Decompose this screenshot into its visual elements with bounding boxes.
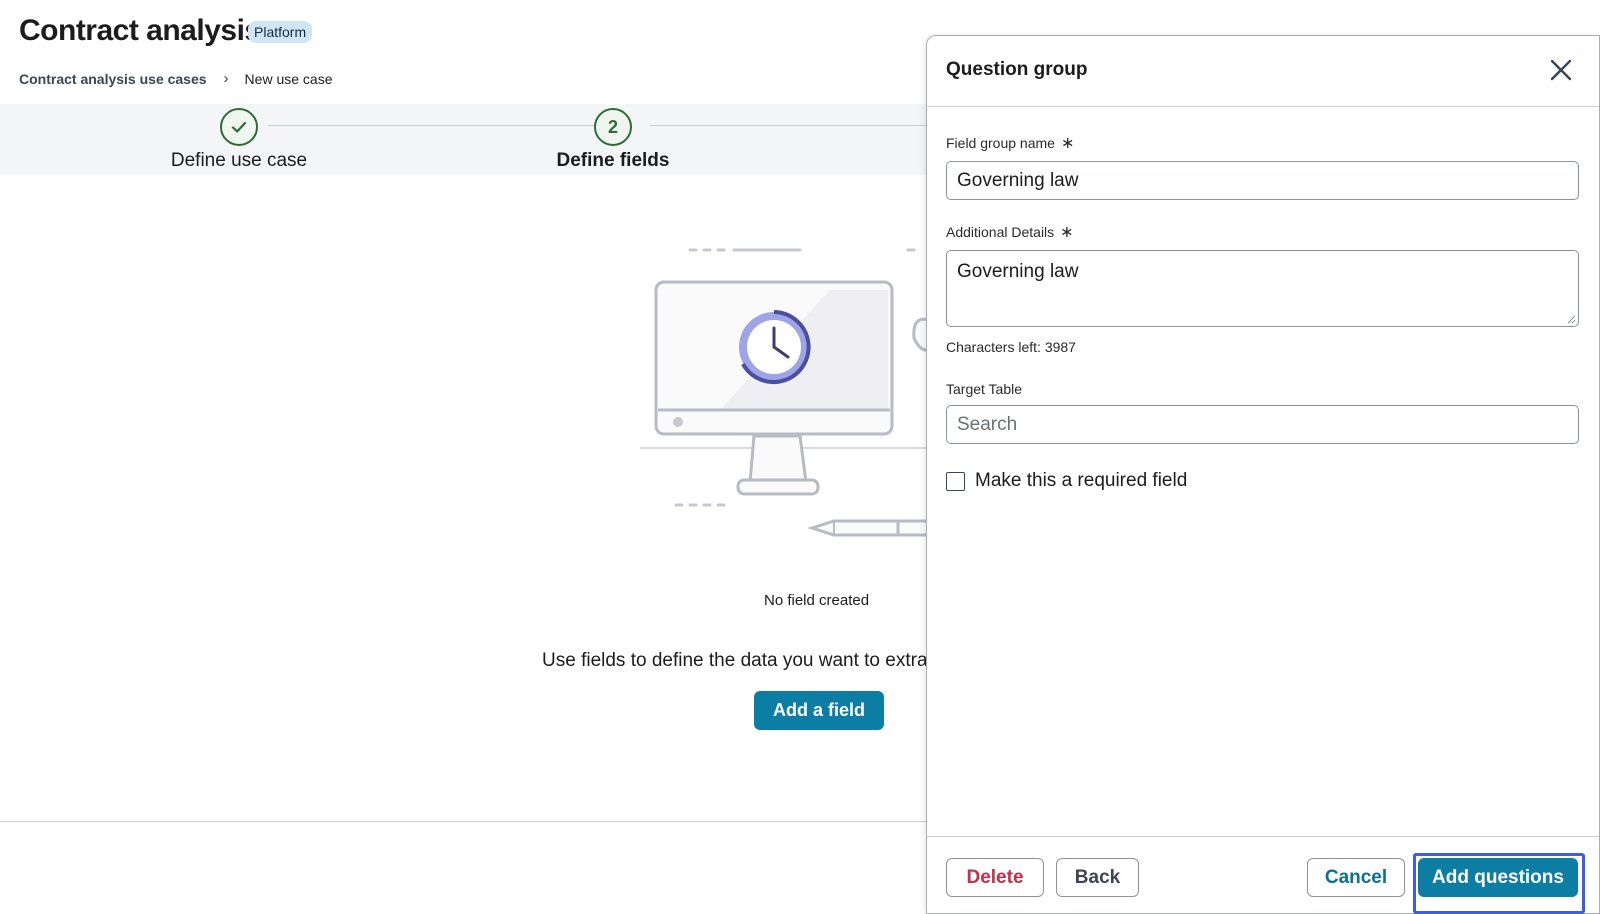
chevron-right-icon: › xyxy=(223,70,229,87)
required-asterisk-icon: ∗ xyxy=(1060,135,1075,152)
field-group-name-input[interactable]: Governing law xyxy=(946,161,1579,200)
breadcrumb: Contract analysis use cases › New use ca… xyxy=(19,70,332,87)
characters-left-counter: Characters left: 3987 xyxy=(946,339,1076,355)
add-field-button[interactable]: Add a field xyxy=(754,691,884,730)
additional-details-label: Additional Details ∗ xyxy=(946,222,1580,242)
step-2-marker: 2 xyxy=(594,108,632,146)
additional-details-label-text: Additional Details xyxy=(946,224,1055,240)
target-table-label: Target Table xyxy=(946,381,1023,397)
question-group-panel: Question group Field group name ∗ Govern… xyxy=(926,35,1600,914)
target-table-search-input[interactable]: Search xyxy=(946,405,1579,444)
breadcrumb-parent-link[interactable]: Contract analysis use cases xyxy=(19,71,207,87)
page-title: Contract analysis xyxy=(19,14,261,47)
field-group-name-label: Field group name ∗ xyxy=(946,133,1580,153)
additional-details-textarea[interactable]: Governing law xyxy=(946,250,1579,327)
required-field-row[interactable]: Make this a required field xyxy=(946,470,1580,492)
required-field-label: Make this a required field xyxy=(975,470,1188,491)
delete-button[interactable]: Delete xyxy=(946,858,1044,897)
empty-state-title: No field created xyxy=(764,592,870,609)
panel-header: Question group xyxy=(927,36,1599,107)
panel-footer: Delete Back Cancel Add questions xyxy=(927,836,1599,914)
footer-divider xyxy=(0,821,930,822)
platform-badge: Platform xyxy=(248,21,313,43)
breadcrumb-current: New use case xyxy=(244,70,333,87)
add-questions-button[interactable]: Add questions xyxy=(1418,858,1578,897)
stepper: Define use case 2 Define fields xyxy=(0,104,930,175)
back-button[interactable]: Back xyxy=(1056,858,1139,897)
additional-details-value: Governing law xyxy=(957,261,1079,282)
panel-title: Question group xyxy=(946,59,1088,80)
close-icon[interactable] xyxy=(1547,56,1575,84)
step-connector xyxy=(650,125,930,126)
resize-handle-icon[interactable] xyxy=(1566,314,1576,324)
step-1-label: Define use case xyxy=(170,150,308,171)
required-asterisk-icon: ∗ xyxy=(1060,224,1074,241)
field-group-name-label-text: Field group name xyxy=(946,135,1055,151)
step-1-check-icon xyxy=(220,108,258,146)
required-field-checkbox[interactable] xyxy=(946,471,965,491)
cancel-button[interactable]: Cancel xyxy=(1307,858,1405,897)
empty-state-illustration xyxy=(640,248,930,537)
empty-state-description: Use fields to define the data you want t… xyxy=(542,650,928,671)
panel-body: Field group name ∗ Governing law Additio… xyxy=(946,133,1580,492)
step-2-label: Define fields xyxy=(556,150,670,171)
step-connector xyxy=(268,125,594,126)
